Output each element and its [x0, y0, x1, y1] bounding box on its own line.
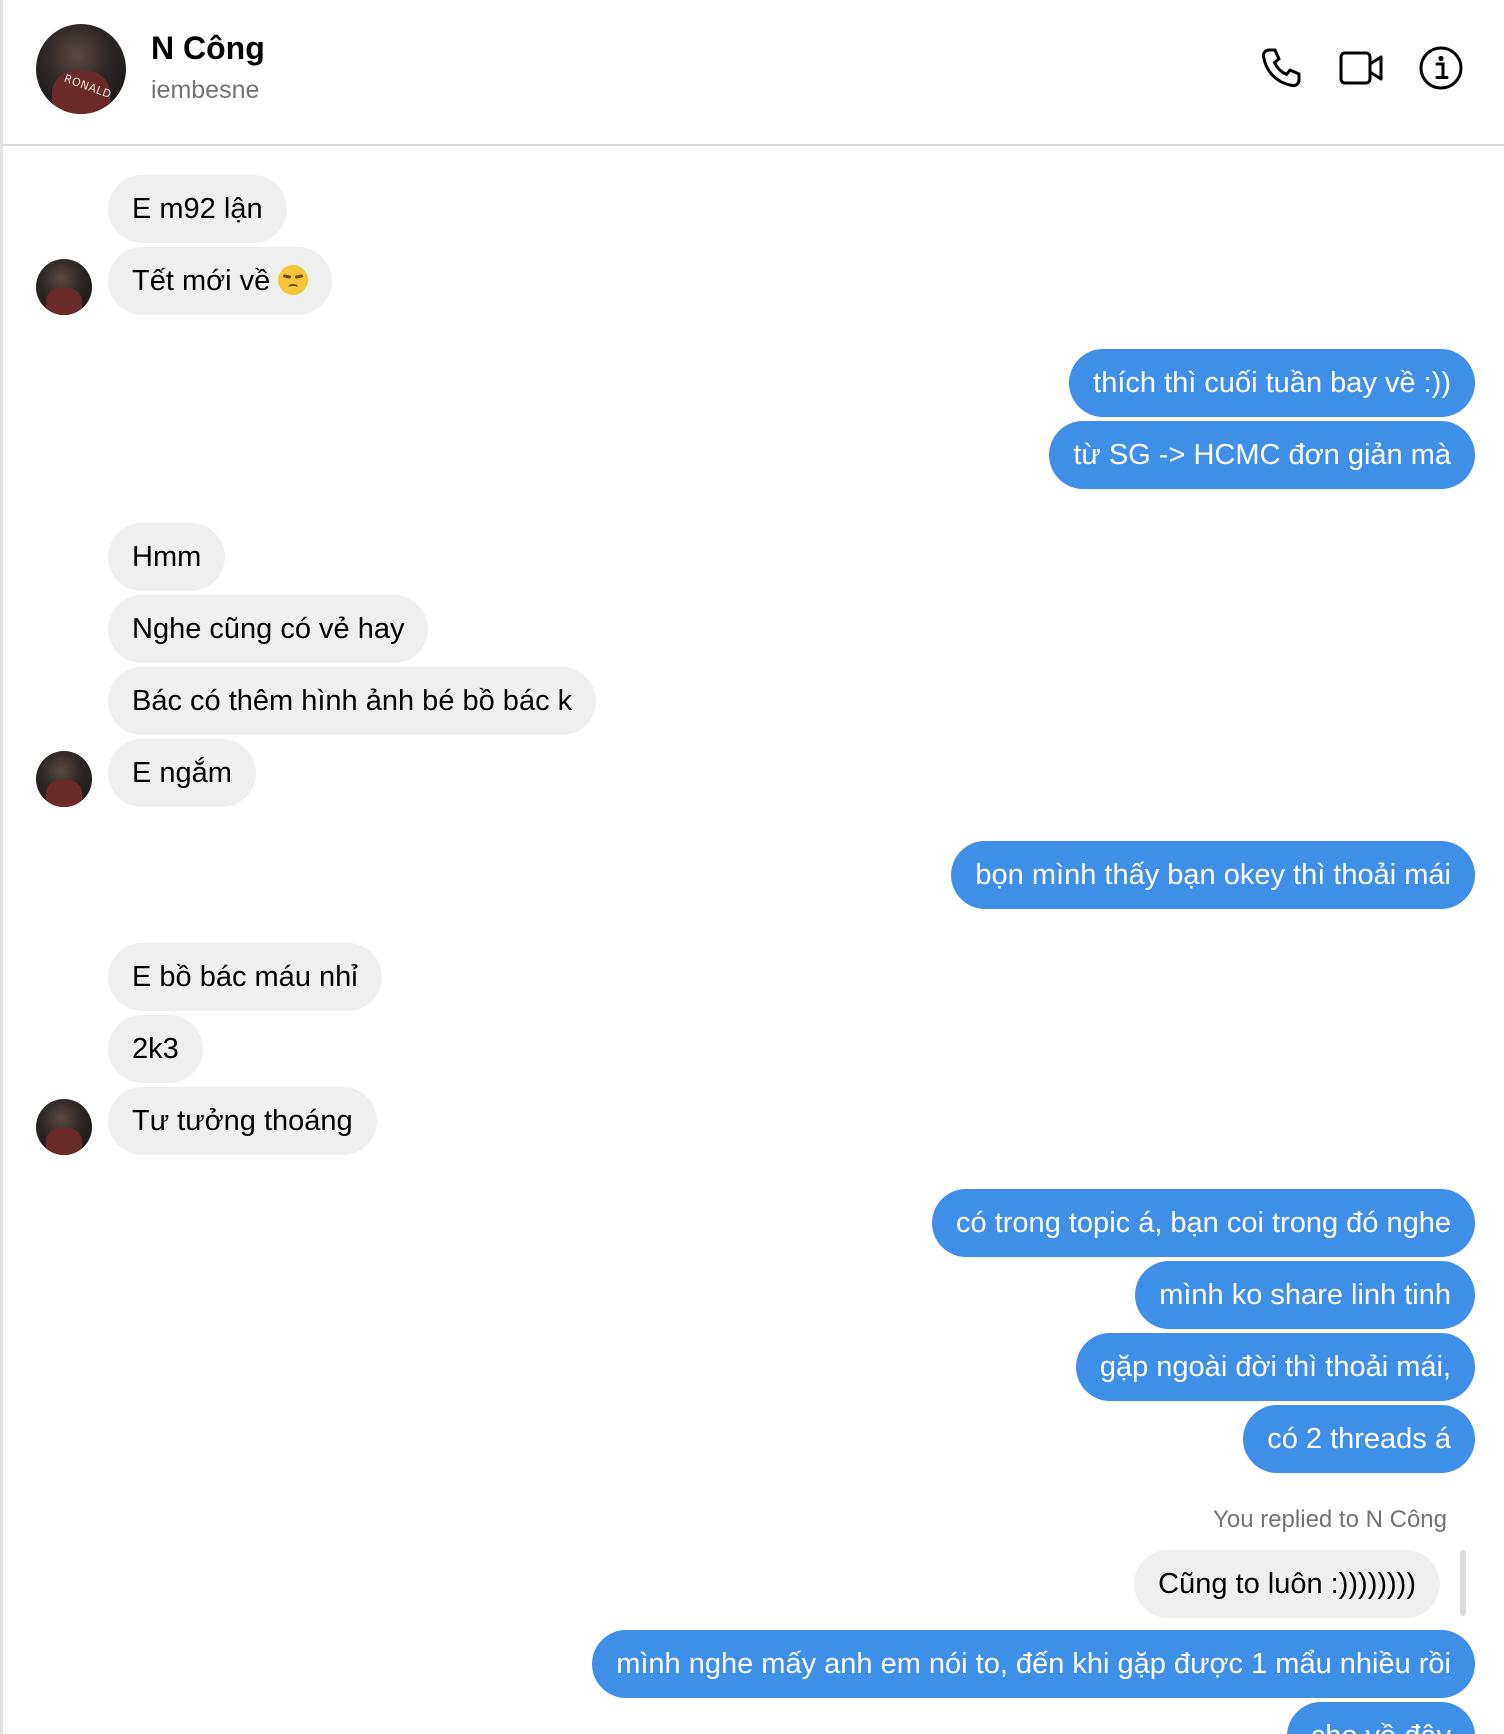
message-text: có trong topic á, bạn coi trong đó nghe	[956, 1207, 1451, 1239]
sender-avatar[interactable]	[36, 751, 92, 807]
outgoing-message[interactable]: mình ko share linh tinh	[1135, 1261, 1475, 1329]
video-call-button[interactable]	[1337, 44, 1385, 92]
message-text: Bác có thêm hình ảnh bé bồ bác k	[132, 685, 573, 717]
incoming-message[interactable]: Nghe cũng có vẻ hay	[108, 595, 429, 663]
contact-name[interactable]: N Công	[151, 30, 265, 67]
message-text: E m92 lận	[132, 193, 263, 225]
outgoing-message[interactable]: cho về đây	[1286, 1702, 1475, 1734]
video-camera-icon	[1339, 51, 1383, 85]
message-text: Nghe cũng có vẻ hay	[132, 613, 405, 645]
message-text: E ngắm	[132, 757, 232, 789]
message-text: thích thì cuối tuần bay về :))	[1093, 367, 1451, 399]
outgoing-message[interactable]: gặp ngoài đời thì thoải mái,	[1075, 1333, 1475, 1401]
incoming-message[interactable]: E m92 lận	[108, 175, 287, 243]
incoming-message[interactable]: Tư tưởng thoáng	[108, 1087, 377, 1155]
outgoing-message[interactable]: bọn mình thấy bạn okey thì thoải mái	[951, 841, 1475, 909]
reply-context-label: You replied to N Công	[1213, 1506, 1447, 1533]
message-text: cho về đây	[1311, 1720, 1451, 1734]
contact-username: iembesne	[151, 76, 260, 104]
outgoing-message[interactable]: có 2 threads á	[1243, 1405, 1475, 1473]
message-text: E bồ bác máu nhỉ	[132, 961, 358, 993]
reply-indicator-bar	[1460, 1550, 1466, 1616]
incoming-message[interactable]: 2k3	[108, 1015, 203, 1083]
message-text: từ SG -> HCMC đơn giản mà	[1073, 439, 1451, 471]
message-text: mình ko share linh tinh	[1159, 1279, 1451, 1311]
incoming-message[interactable]: Hmm	[108, 523, 226, 591]
contact-avatar[interactable]: RONALD	[36, 24, 126, 114]
message-text: Hmm	[132, 541, 202, 573]
message-text: Cũng to luôn :))))))))	[1158, 1568, 1416, 1600]
outgoing-message[interactable]: từ SG -> HCMC đơn giản mà	[1049, 421, 1475, 489]
phone-icon	[1261, 48, 1301, 88]
chat-header: RONALD N Công iembesne	[3, 0, 1504, 146]
outgoing-message[interactable]: có trong topic á, bạn coi trong đó nghe	[932, 1189, 1475, 1257]
sender-avatar[interactable]	[36, 259, 92, 315]
message-text: Tết mới về	[132, 265, 271, 297]
left-border	[0, 0, 3, 1734]
message-text: mình nghe mấy anh em nói to, đến khi gặp…	[616, 1648, 1451, 1680]
message-text: 2k3	[132, 1033, 179, 1065]
message-text: Tư tưởng thoáng	[132, 1105, 353, 1137]
incoming-message[interactable]: E bồ bác máu nhỉ	[108, 943, 382, 1011]
quoted-message[interactable]: Cũng to luôn :))))))))	[1134, 1550, 1440, 1618]
outgoing-message[interactable]: mình nghe mấy anh em nói to, đến khi gặp…	[592, 1630, 1475, 1698]
conversation-info-button[interactable]	[1417, 44, 1465, 92]
info-icon	[1419, 46, 1463, 90]
chat-window: RONALD N Công iembesne E m92 lận Tết mới…	[0, 0, 1504, 1734]
incoming-message[interactable]: E ngắm	[108, 739, 256, 807]
sender-avatar[interactable]	[36, 1099, 92, 1155]
message-text: bọn mình thấy bạn okey thì thoải mái	[975, 859, 1451, 891]
audio-call-button[interactable]	[1257, 44, 1305, 92]
incoming-message[interactable]: Bác có thêm hình ảnh bé bồ bác k	[108, 667, 597, 735]
outgoing-message[interactable]: thích thì cuối tuần bay về :))	[1069, 349, 1475, 417]
incoming-message[interactable]: Tết mới về	[108, 247, 333, 315]
pensive-face-emoji-icon	[278, 265, 309, 295]
message-text: gặp ngoài đời thì thoải mái,	[1099, 1351, 1451, 1383]
message-text: có 2 threads á	[1267, 1423, 1451, 1455]
